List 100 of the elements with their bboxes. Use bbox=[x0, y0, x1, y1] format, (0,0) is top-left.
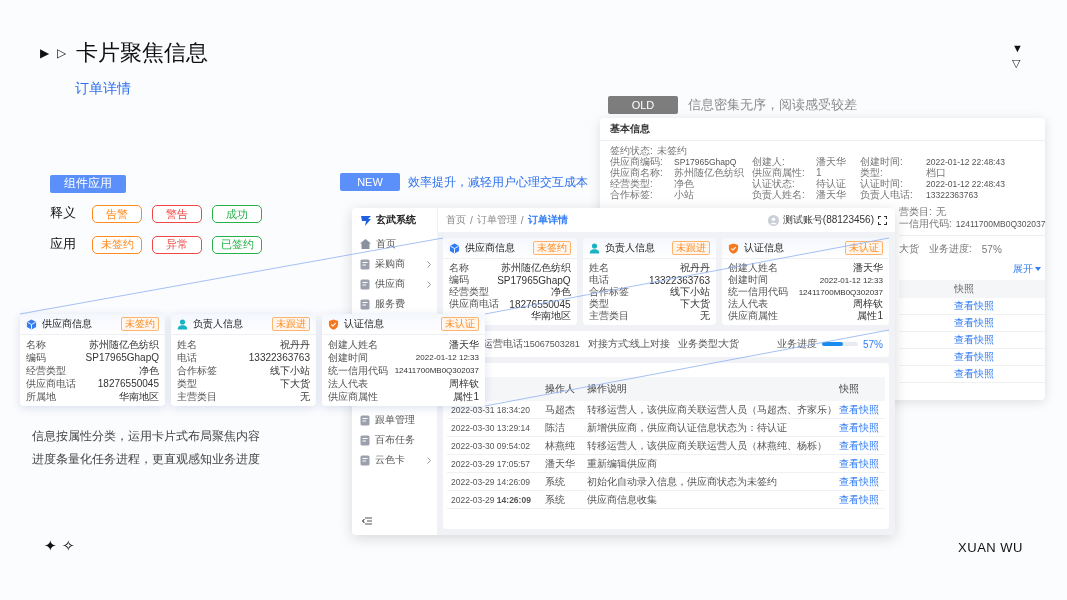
shield-icon bbox=[328, 318, 339, 330]
status-tag: 成功 bbox=[212, 205, 262, 223]
table-cell-text: 2022-03-29 17:05:57 bbox=[451, 458, 531, 469]
snapshot-link[interactable]: 查看快照 bbox=[954, 316, 994, 330]
field-label: 所属地 bbox=[26, 389, 56, 404]
card-title: 负责人信息 bbox=[193, 317, 243, 331]
field-value: 无 bbox=[300, 389, 310, 404]
field-value: 档口 bbox=[926, 165, 947, 180]
table-cell-text: 潘天华 bbox=[545, 456, 576, 471]
field-value: 华南地区 bbox=[530, 309, 571, 323]
table-cell-text: 转移运营人，该供应商关联运营人员（马超杰、齐家乐） bbox=[587, 402, 838, 417]
field-label: 经营类型 bbox=[449, 285, 489, 298]
sidebar-item[interactable]: 采购商 bbox=[352, 254, 437, 274]
sparkle-mark: ✧ bbox=[62, 537, 75, 555]
field-value: 未签约 bbox=[656, 143, 687, 157]
status-badge: 未签约 bbox=[121, 317, 159, 331]
field-value: 大货 bbox=[899, 242, 919, 256]
table-cell-text: 系统 bbox=[545, 474, 566, 489]
column-header: 快照 bbox=[954, 282, 974, 296]
snapshot-link[interactable]: 查看快照 bbox=[954, 299, 994, 313]
column-header: 操作人 bbox=[545, 382, 576, 396]
field-label: 合作标签 bbox=[177, 363, 217, 378]
snapshot-link[interactable]: 查看快照 bbox=[954, 367, 994, 381]
field-label: 认证状态: bbox=[752, 177, 795, 189]
section-title: 基本信息 bbox=[610, 122, 650, 136]
field-value: 无 bbox=[935, 205, 946, 219]
field-value: 12411700MB0Q302037 bbox=[955, 219, 1046, 229]
sidebar-item[interactable]: 跟单管理 bbox=[352, 410, 437, 430]
version-label: NEW bbox=[340, 173, 400, 191]
field-label: 创建时间 bbox=[328, 350, 368, 365]
table-cell-text: 2022-03-29 14:26:09 bbox=[451, 494, 532, 505]
field-label: 负责人电话: bbox=[860, 188, 914, 202]
field-label: 电话 bbox=[177, 350, 197, 365]
user-name[interactable]: 测试账号(88123456) bbox=[782, 213, 874, 227]
triangle-marker: ▷ bbox=[57, 46, 66, 60]
sidebar-item[interactable]: 首页 bbox=[352, 234, 437, 254]
column-header: 操作说明 bbox=[587, 382, 628, 396]
field-label: 经营类型 bbox=[26, 363, 66, 378]
version-label: OLD bbox=[608, 96, 678, 114]
field-label: 姓名 bbox=[588, 261, 609, 274]
person-icon bbox=[588, 242, 600, 254]
field-value: SP17965GhapQ bbox=[497, 274, 571, 286]
status-tag: 警告 bbox=[152, 205, 202, 223]
field-value: 潘天华 bbox=[816, 188, 847, 202]
breadcrumb-link[interactable]: 订单详情 bbox=[527, 213, 568, 227]
field-label: 营类目: bbox=[899, 205, 932, 219]
app-logo-text: 玄武系统 bbox=[376, 213, 416, 227]
sidebar-item[interactable]: 服务费 bbox=[352, 294, 437, 314]
sidebar-item[interactable]: 云色卡 bbox=[352, 450, 437, 470]
document-icon bbox=[360, 454, 370, 466]
field-label: 对接方式: bbox=[587, 337, 631, 351]
caption: 信息密集无序，阅读感受较差 bbox=[688, 96, 857, 114]
field-label: 业务类型: bbox=[677, 337, 721, 351]
snapshot-link[interactable]: 查看快照 bbox=[839, 438, 885, 453]
field-label: 法人代表 bbox=[728, 297, 769, 310]
field-value: 小站 bbox=[674, 188, 695, 202]
field-label: 类型 bbox=[177, 376, 197, 391]
snapshot-link[interactable]: 查看快照 bbox=[839, 420, 885, 435]
chevron-right-icon bbox=[427, 260, 431, 268]
triangle-marker: ▼ bbox=[1012, 42, 1023, 55]
field-value: 苏州随亿色纺织 bbox=[89, 337, 159, 352]
field-value: 无 bbox=[700, 309, 711, 323]
table-cell-text: 马超杰 bbox=[545, 402, 576, 417]
table-cell-text: 重新编辑供应商 bbox=[587, 456, 658, 471]
snapshot-link[interactable]: 查看快照 bbox=[839, 492, 885, 507]
document-icon bbox=[360, 434, 370, 446]
field-label: 合作标签 bbox=[588, 285, 629, 299]
brand-name: XUAN WU bbox=[958, 540, 1023, 555]
card-title: 供应商信息 bbox=[42, 317, 92, 331]
status-tag: 已签约 bbox=[212, 235, 262, 254]
field-value: 潘天华 bbox=[816, 154, 847, 168]
breadcrumb-link[interactable]: 订单管理 bbox=[476, 213, 517, 227]
expand-link[interactable]: 展开 bbox=[1013, 262, 1042, 276]
field-value: 57% bbox=[981, 243, 1002, 255]
field-value: 12411700MB0Q302037 bbox=[798, 287, 883, 297]
document-icon bbox=[360, 414, 370, 426]
field-label: 类型: bbox=[860, 166, 883, 178]
field-value: 大货 bbox=[719, 337, 740, 351]
snapshot-link[interactable]: 查看快照 bbox=[954, 350, 994, 364]
snapshot-link[interactable]: 查看快照 bbox=[954, 333, 994, 347]
status-badge: 未签约 bbox=[532, 241, 571, 255]
field-value: 18276550045 bbox=[509, 298, 571, 310]
field-label: 统一信用代码 bbox=[728, 285, 789, 299]
breadcrumb-link[interactable]: 首页 bbox=[446, 213, 466, 227]
snapshot-link[interactable]: 查看快照 bbox=[839, 456, 885, 471]
snapshot-link[interactable]: 查看快照 bbox=[839, 474, 885, 489]
cube-icon bbox=[449, 242, 460, 254]
person-icon bbox=[177, 318, 188, 330]
table-cell-text: 初始化自动录入信息，供应商状态为未签约 bbox=[587, 474, 778, 489]
triangle-marker: ▶ bbox=[40, 46, 49, 60]
table-cell-text: 新增供应商，供应商认证信息状态为：待认证 bbox=[587, 420, 788, 435]
snapshot-link[interactable]: 查看快照 bbox=[839, 402, 885, 417]
field-label: 经营类型: bbox=[610, 177, 653, 189]
status-badge: 未认证 bbox=[845, 241, 883, 255]
sidebar-item[interactable]: 百布任务 bbox=[352, 430, 437, 450]
field-value: 下大货 bbox=[280, 376, 310, 391]
field-value: 12411700MB0Q302037 bbox=[394, 366, 479, 375]
field-label: 法人代表 bbox=[328, 376, 368, 391]
field-value: 属性1 bbox=[857, 309, 883, 323]
sidebar-item[interactable]: 供应商 bbox=[352, 274, 437, 294]
